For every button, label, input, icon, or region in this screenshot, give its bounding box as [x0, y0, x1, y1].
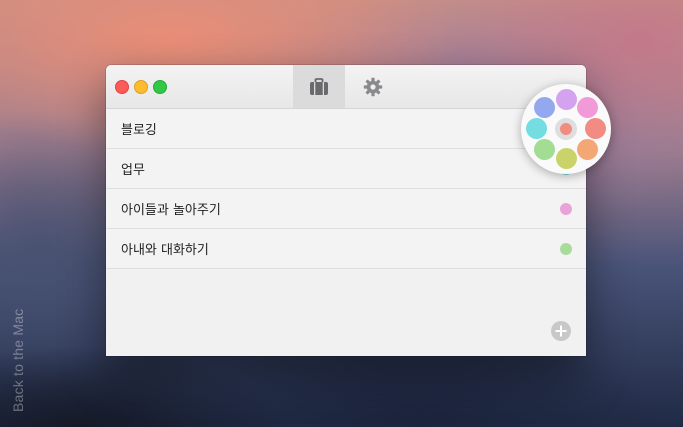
briefcase-icon	[310, 77, 328, 95]
list-item[interactable]: 아이들과 놀아주기	[106, 189, 586, 229]
back-to-the-mac-text: Back to the Mac	[10, 308, 26, 412]
gear-icon	[363, 77, 383, 96]
color-dot[interactable]	[560, 243, 572, 255]
zoom-window-button[interactable]	[153, 80, 167, 94]
tab-settings[interactable]	[347, 65, 399, 108]
color-dot[interactable]	[560, 203, 572, 215]
color-swatch[interactable]	[556, 89, 577, 110]
list-item-label: 아이들과 놀아주기	[121, 203, 221, 218]
app-window: 블로깅 업무 아이들과 놀아주기 아내와 대화하기	[106, 65, 586, 356]
tab-lists[interactable]	[293, 65, 345, 108]
selected-color	[555, 118, 577, 140]
color-swatch[interactable]	[556, 148, 577, 169]
plus-circle-icon	[555, 325, 567, 337]
color-swatch[interactable]	[585, 118, 606, 139]
list-item[interactable]: 업무	[106, 149, 586, 189]
color-picker	[521, 84, 611, 174]
list-item-label: 블로깅	[121, 123, 157, 138]
close-window-button[interactable]	[115, 80, 129, 94]
add-item-button[interactable]	[551, 321, 571, 341]
color-swatch[interactable]	[577, 97, 598, 118]
list-item-label: 아내와 대화하기	[121, 243, 209, 258]
color-swatch[interactable]	[577, 139, 598, 160]
color-swatch[interactable]	[534, 139, 555, 160]
list-item[interactable]: 블로깅	[106, 109, 586, 149]
titlebar	[106, 65, 586, 109]
minimize-window-button[interactable]	[134, 80, 148, 94]
list-item[interactable]: 아내와 대화하기	[106, 229, 586, 269]
list-item-label: 업무	[121, 163, 145, 178]
color-swatch[interactable]	[526, 118, 547, 139]
color-swatch[interactable]	[534, 97, 555, 118]
selected-color-swatch	[560, 123, 572, 135]
